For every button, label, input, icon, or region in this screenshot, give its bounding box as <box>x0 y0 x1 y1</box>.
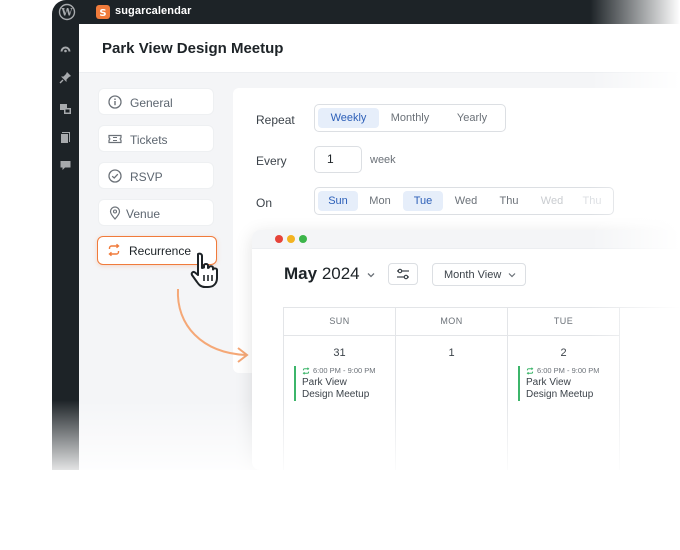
filter-button[interactable] <box>388 263 418 285</box>
event-title-line2: Design Meetup <box>526 389 594 400</box>
page-header: Park View Design Meetup <box>79 24 680 73</box>
day-sun[interactable]: Sun <box>318 191 358 211</box>
location-pin-icon <box>109 206 121 220</box>
pages-icon[interactable] <box>59 131 72 144</box>
calendar-event[interactable]: 6:00 PM - 9:00 PM Park View Design Meetu… <box>294 366 392 401</box>
repeat-icon <box>302 366 310 375</box>
event-title-line1: Park View <box>526 377 571 388</box>
weekday-selector: Sun Mon Tue Wed Thu Wed Thu <box>314 187 614 215</box>
comments-icon[interactable] <box>59 159 72 172</box>
ticket-icon <box>108 134 122 144</box>
tab-tickets[interactable]: Tickets <box>98 125 214 152</box>
sugarcalendar-logo-icon: S <box>96 5 110 19</box>
wordpress-icon[interactable]: W <box>58 3 76 21</box>
calendar-event[interactable]: 6:00 PM - 9:00 PM Park View Design Meetu… <box>518 366 616 401</box>
event-time: 6:00 PM - 9:00 PM <box>313 366 376 375</box>
admin-sidebar <box>52 24 79 470</box>
arrow-icon <box>176 288 249 363</box>
info-icon <box>108 95 122 109</box>
sliders-icon <box>397 268 409 280</box>
media-icon[interactable] <box>59 102 72 115</box>
svg-text:W: W <box>60 8 73 19</box>
tab-label: RSVP <box>130 170 163 184</box>
maximize-dot-icon[interactable] <box>299 235 307 243</box>
repeat-selector: Weekly Monthly Yearly <box>314 104 506 132</box>
tab-label: Recurrence <box>129 244 192 258</box>
check-circle-icon <box>108 169 122 183</box>
chevron-down-icon <box>367 273 375 278</box>
tab-label: Venue <box>126 207 161 221</box>
day-header: MON <box>396 308 507 336</box>
pin-icon[interactable] <box>59 71 72 84</box>
repeat-icon <box>526 366 534 375</box>
day-tue[interactable]: Tue <box>403 191 443 211</box>
day-thu[interactable]: Thu <box>489 191 529 211</box>
month-selector[interactable]: May 2024 <box>284 264 376 284</box>
date-number: 1 <box>448 347 455 359</box>
day-header: TUE <box>508 308 619 336</box>
calendar-preview-window: May 2024 Month View SUN 31 6:00 PM - 9:0… <box>252 230 680 470</box>
day-column-mon: MON 1 <box>396 308 508 470</box>
every-input[interactable]: 1 <box>314 146 362 173</box>
app-window: W S sugarcalendar Park View Design Meetu… <box>52 0 680 470</box>
on-label: On <box>256 196 273 210</box>
repeat-option-weekly[interactable]: Weekly <box>318 108 379 128</box>
tab-label: Tickets <box>130 133 168 147</box>
every-label: Every <box>256 154 287 168</box>
minimize-dot-icon[interactable] <box>287 235 295 243</box>
tab-general[interactable]: General <box>98 88 214 115</box>
day-wed-2[interactable]: Wed <box>532 191 572 211</box>
day-wed[interactable]: Wed <box>446 191 486 211</box>
tab-label: General <box>130 96 173 110</box>
dashboard-icon[interactable] <box>59 42 72 55</box>
day-thu-2[interactable]: Thu <box>572 191 612 211</box>
brand-name: sugarcalendar <box>115 5 192 17</box>
window-title-bar <box>252 230 680 249</box>
day-column-sun: SUN 31 6:00 PM - 9:00 PM Park View Desig… <box>284 308 396 470</box>
view-selector[interactable]: Month View <box>432 263 526 286</box>
date-number: 31 <box>333 347 346 359</box>
day-column-tue: TUE 2 6:00 PM - 9:00 PM Park View Design… <box>508 308 620 470</box>
day-mon[interactable]: Mon <box>360 191 400 211</box>
year: 2024 <box>321 264 360 283</box>
svg-text:S: S <box>99 8 106 19</box>
tab-rsvp[interactable]: RSVP <box>98 162 214 189</box>
admin-top-bar: W S sugarcalendar <box>52 0 680 24</box>
event-title-line1: Park View <box>302 377 347 388</box>
date-number: 2 <box>560 347 567 359</box>
page-title: Park View Design Meetup <box>102 40 284 57</box>
event-time: 6:00 PM - 9:00 PM <box>537 366 600 375</box>
repeat-option-monthly[interactable]: Monthly <box>379 108 441 128</box>
tab-venue[interactable]: Venue <box>98 199 214 226</box>
repeat-label: Repeat <box>256 113 295 127</box>
view-label: Month View <box>444 269 502 281</box>
close-dot-icon[interactable] <box>275 235 283 243</box>
month-name: May <box>284 264 318 283</box>
repeat-icon <box>108 243 120 257</box>
repeat-option-yearly[interactable]: Yearly <box>441 108 503 128</box>
chevron-down-icon <box>508 273 516 278</box>
every-unit: week <box>370 154 396 166</box>
hand-pointer-icon <box>190 252 218 288</box>
event-title-line2: Design Meetup <box>302 389 370 400</box>
day-header: SUN <box>284 308 395 336</box>
month-grid: SUN 31 6:00 PM - 9:00 PM Park View Desig… <box>283 307 680 470</box>
